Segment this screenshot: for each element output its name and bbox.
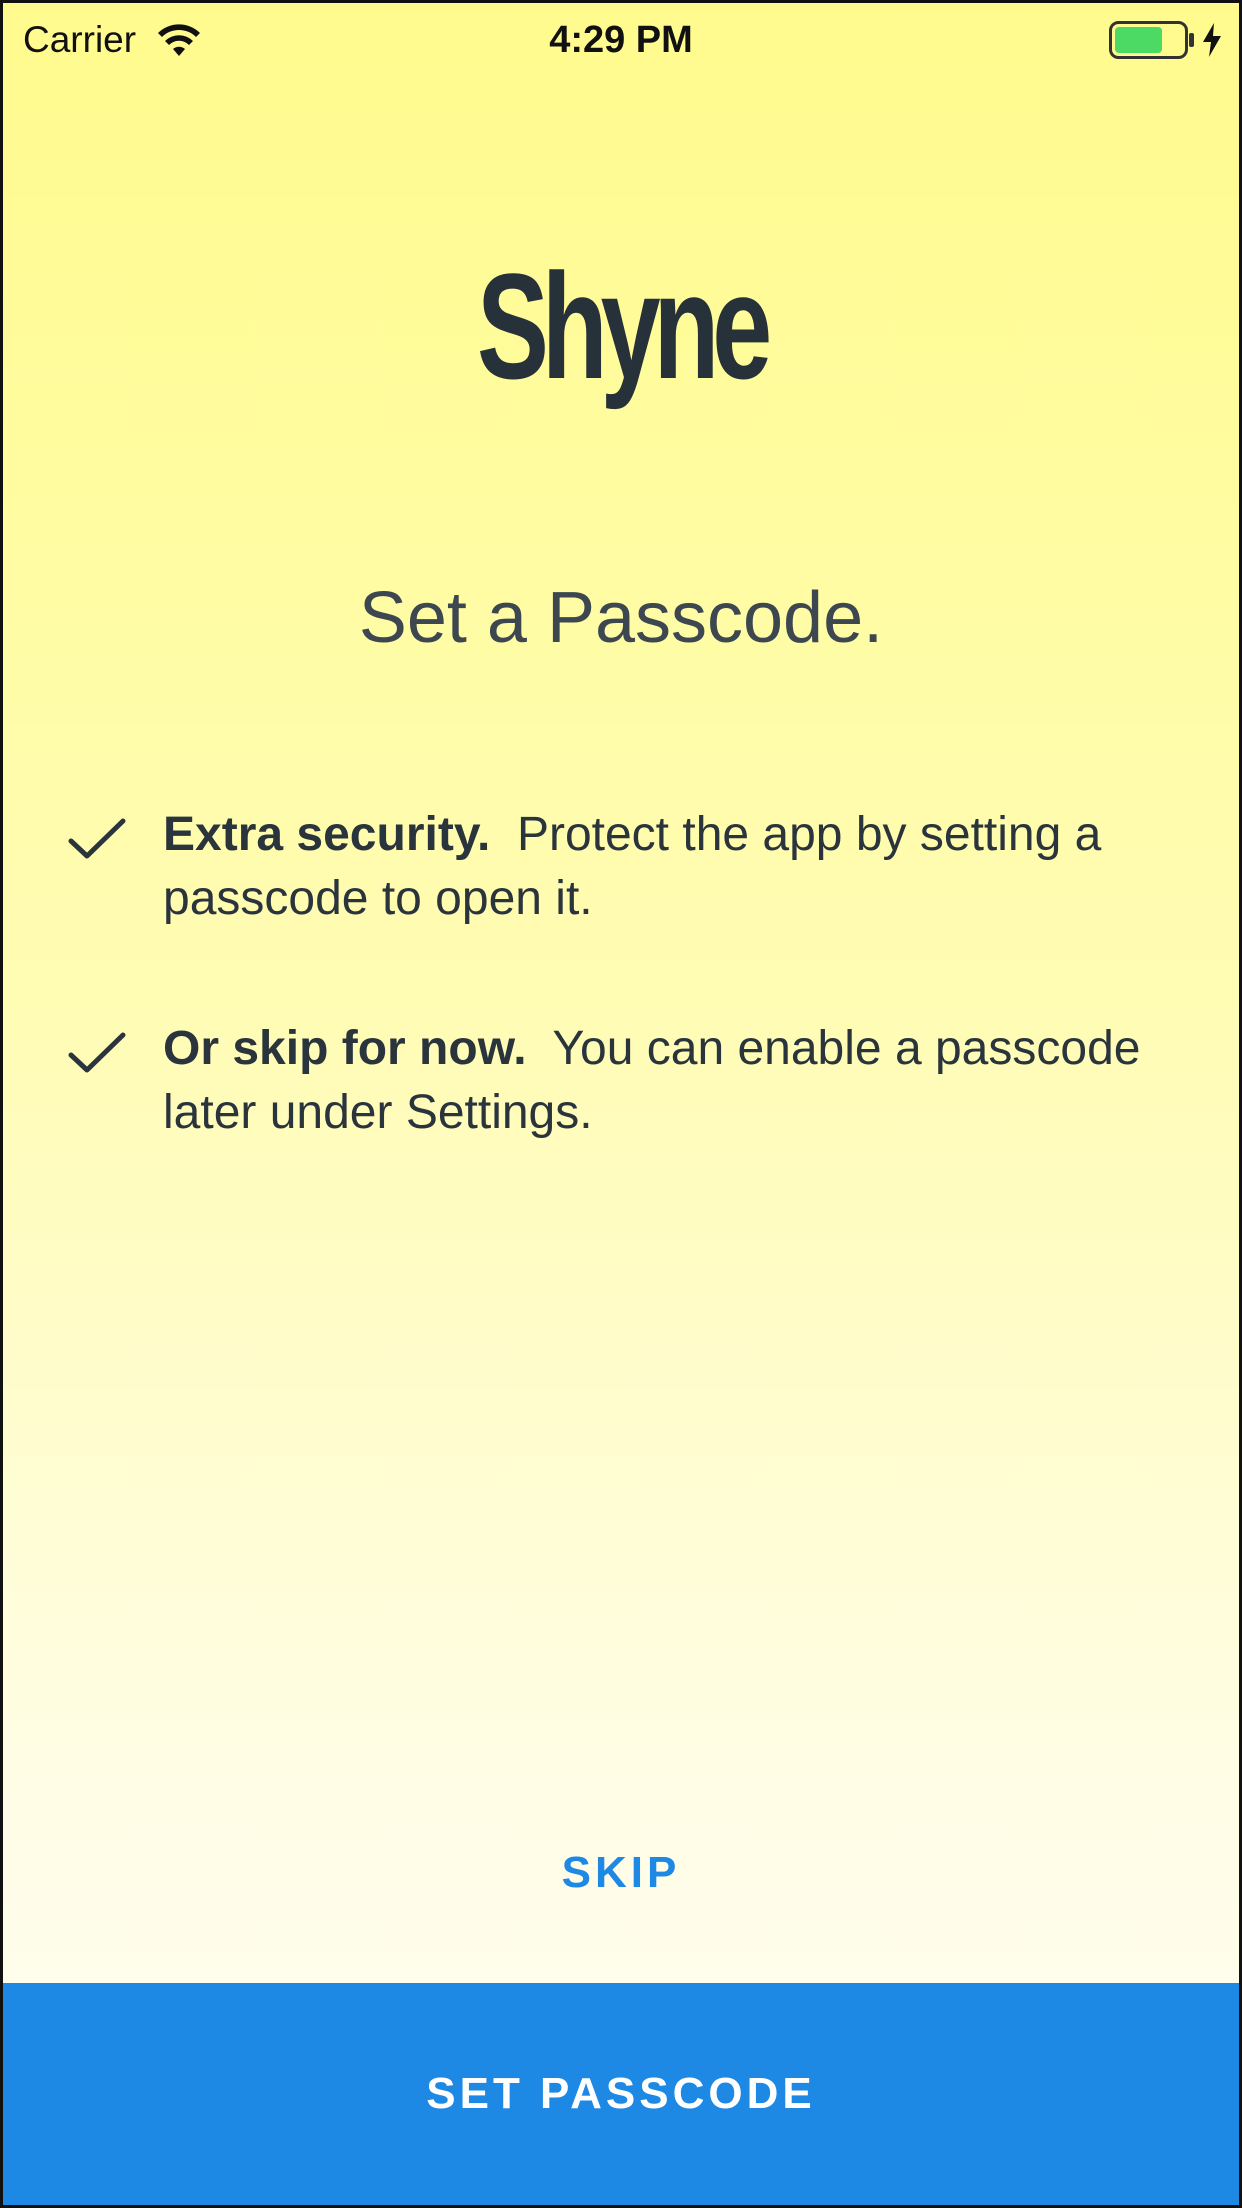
bolt-icon <box>1203 23 1221 57</box>
set-passcode-label: SET PASSCODE <box>426 2069 816 2118</box>
battery-group <box>1109 19 1223 61</box>
feature-item-skip: Or skip for now. You can enable a passco… <box>63 1017 1193 1145</box>
check-icon <box>68 818 126 859</box>
status-bar: Carrier 4:29 PM <box>3 3 1239 79</box>
feature-title: Extra security. <box>163 808 491 861</box>
app-logo: Shyne <box>476 242 772 410</box>
set-passcode-button[interactable]: SET PASSCODE <box>3 1983 1239 2205</box>
passcode-setup-screen: Carrier 4:29 PM Shyne Set a Passcode. Ex… <box>0 0 1242 2208</box>
check-icon <box>68 1032 126 1073</box>
feature-title: Or skip for now. <box>163 1022 527 1075</box>
status-time: 4:29 PM <box>549 19 693 61</box>
feature-list: Extra security. Protect the app by setti… <box>63 803 1193 1231</box>
skip-button[interactable]: SKIP <box>3 1843 1239 1903</box>
page-title: Set a Passcode. <box>358 578 884 658</box>
battery-icon <box>1109 21 1194 59</box>
feature-item-extra-security: Extra security. Protect the app by setti… <box>63 803 1193 931</box>
